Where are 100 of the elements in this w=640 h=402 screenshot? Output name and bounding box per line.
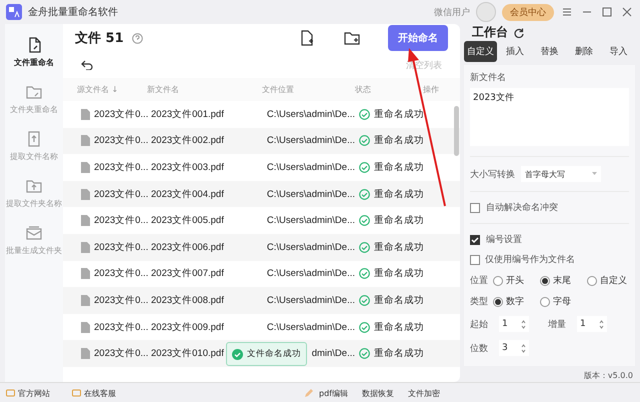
footer-link[interactable]: 数据恢复	[362, 388, 394, 398]
field-label: 位置	[470, 274, 488, 287]
file-icon	[81, 215, 90, 226]
check-circle-icon	[359, 135, 370, 146]
column-header: 新文件名	[147, 84, 180, 95]
status-text: 重命名成功	[374, 188, 424, 201]
maximize-icon[interactable]	[600, 5, 614, 19]
radio-label: 末尾	[553, 274, 571, 287]
file-upload-icon	[26, 130, 42, 148]
radio-button[interactable]	[540, 276, 550, 286]
table-cell: 2023文件009.pdf	[151, 322, 224, 333]
user-name: 微信用户	[434, 6, 470, 18]
pen-icon	[304, 388, 313, 398]
file-icon	[81, 188, 90, 200]
field-label: 起始	[470, 318, 488, 330]
column-header: 状态	[355, 84, 372, 95]
status-text: 重命名成功	[374, 160, 424, 174]
radio-button[interactable]	[540, 296, 550, 306]
add-folder-icon[interactable]	[344, 31, 360, 45]
tab[interactable]: 自定义	[464, 41, 497, 62]
table-cell: 2023文件0...	[94, 267, 148, 280]
number-field[interactable]: 3	[499, 340, 529, 356]
help-icon[interactable]	[132, 32, 143, 44]
refresh-icon[interactable]	[514, 28, 524, 38]
table-cell: 2023文件0...	[94, 347, 148, 360]
table-cell: 2023文件003.pdf	[151, 162, 224, 173]
table-cell: C:\Users\admin\De...	[266, 322, 355, 333]
column-header: 文件位置	[262, 84, 295, 95]
checkbox[interactable]	[470, 202, 480, 212]
start-rename-button[interactable]: 开始命名	[388, 25, 448, 51]
number-field[interactable]: 1	[499, 316, 529, 332]
new-name-field[interactable]: 2023文件	[470, 88, 629, 146]
vip-button[interactable]: 会员中心	[502, 4, 554, 20]
table-cell: C:\Users\admin\De...	[266, 108, 355, 120]
table-cell: 2023文件005.pdf	[151, 215, 224, 226]
table-cell: 2023文件0...	[94, 240, 148, 254]
footer-link[interactable]: pdf编辑	[319, 388, 348, 398]
footer-link[interactable]: 在线客服	[84, 388, 116, 398]
checkbox[interactable]	[470, 234, 480, 244]
status-text: 重命名成功	[374, 240, 424, 254]
spinner-arrows-icon[interactable]	[599, 320, 604, 328]
check-circle-icon	[359, 162, 370, 173]
status-text: 重命名成功	[374, 347, 424, 360]
number-field[interactable]: 1	[577, 316, 607, 332]
status-text: 重命名成功	[374, 134, 424, 148]
table-cell: C:\Users\admin\De...	[266, 188, 355, 200]
column-header: 源文件名 ↓	[77, 84, 120, 95]
table-cell: 2023文件004.pdf	[151, 188, 224, 200]
sidebar-item[interactable]: 文件重命名	[14, 36, 54, 68]
table-cell: 2023文件0...	[94, 214, 148, 228]
table-cell: 2023文件0...	[94, 188, 148, 201]
table-cell: C:\Users\admin\De...	[266, 135, 355, 146]
table-cell: 2023文件0...	[94, 160, 148, 174]
column-header: 操作	[423, 84, 440, 95]
field-label: 大小写转换	[470, 168, 515, 180]
table-cell: C:\Users\admin\De...	[266, 162, 355, 173]
check-circle-icon	[359, 348, 370, 360]
file-icon	[81, 348, 90, 360]
table-cell: C:\Users\admin\De...	[266, 294, 355, 306]
tab[interactable]: 删除	[568, 41, 600, 62]
tab[interactable]: 导入	[602, 41, 635, 62]
case-dropdown[interactable]: 首字母大写	[521, 166, 601, 182]
radio-label: 数字	[506, 296, 524, 308]
app-logo-icon	[6, 4, 22, 20]
table-cell: C:\Users\admin\De...	[266, 268, 355, 280]
radio-button[interactable]	[587, 276, 597, 286]
close-icon[interactable]	[620, 5, 634, 19]
spinner-arrows-icon[interactable]	[521, 320, 526, 328]
file-icon	[81, 268, 90, 280]
tab[interactable]: 插入	[498, 41, 532, 62]
undo-icon[interactable]	[81, 60, 93, 70]
footer-link[interactable]: 文件加密	[408, 388, 440, 398]
check-circle-icon	[359, 322, 370, 333]
field-label: 位数	[470, 342, 488, 354]
status-text: 重命名成功	[374, 294, 424, 307]
table-cell: dmin\De...	[312, 348, 355, 360]
footer-link[interactable]: 官方网站	[18, 388, 50, 398]
radio-button[interactable]	[493, 296, 503, 306]
file-icon	[81, 162, 90, 173]
checkbox[interactable]	[470, 254, 480, 264]
caret-icon	[592, 172, 597, 176]
radio-label: 开头	[506, 274, 524, 287]
add-file-icon[interactable]	[300, 30, 314, 46]
checkbox-label: 自动解决命名冲突	[486, 202, 558, 214]
radio-label: 自定义	[600, 274, 627, 287]
check-circle-icon	[359, 188, 370, 200]
window-title: 金舟批量重命名软件	[28, 6, 119, 19]
radio-button[interactable]	[493, 276, 503, 286]
field-label: 类型	[470, 296, 488, 308]
checkbox-label: 仅使用编号作为文件名	[485, 254, 575, 266]
check-circle-icon	[359, 108, 370, 120]
check-circle-icon	[232, 348, 243, 360]
scrollbar[interactable]	[454, 106, 459, 156]
tab[interactable]: 替换	[533, 41, 566, 62]
workbench-title: 工作台	[472, 24, 508, 41]
spinner-arrows-icon[interactable]	[521, 344, 526, 352]
file-icon	[81, 108, 90, 120]
monitor-icon	[6, 388, 15, 398]
status-text: 重命名成功	[374, 267, 424, 280]
table-cell: 2023文件002.pdf	[151, 135, 224, 146]
